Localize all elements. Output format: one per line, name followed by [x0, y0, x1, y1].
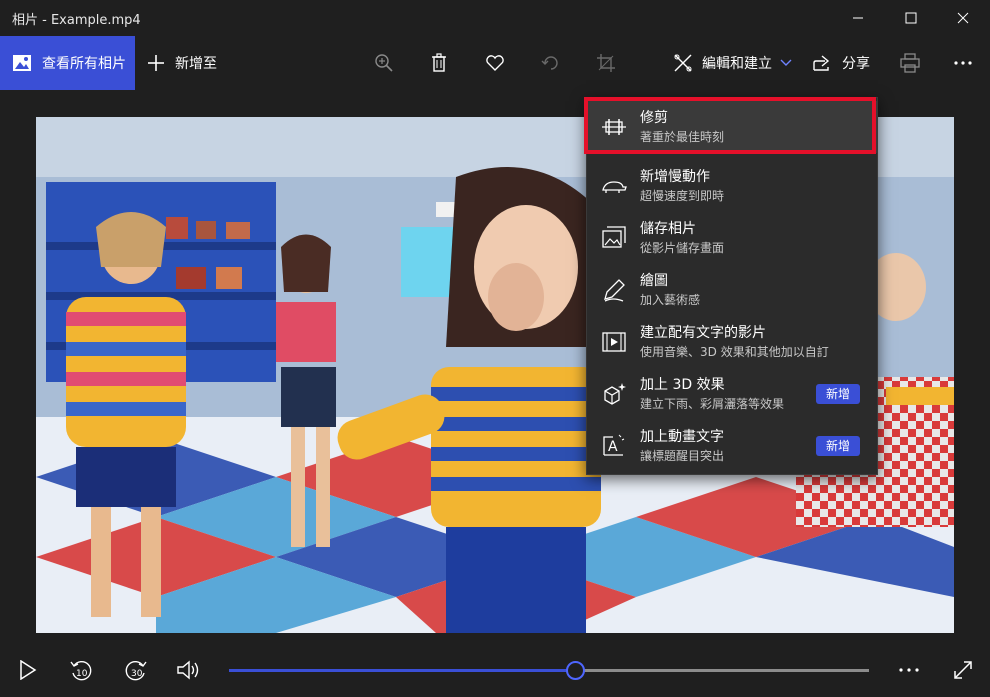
- see-all-photos-label: 查看所有相片: [42, 56, 126, 72]
- play-button[interactable]: [14, 642, 42, 697]
- add-to-button[interactable]: 新增至: [146, 36, 226, 90]
- plus-icon: [148, 55, 164, 71]
- video-text-icon: [601, 329, 627, 355]
- more-icon: [954, 61, 972, 65]
- edit-create-icon: [674, 54, 692, 72]
- title-bar: 相片 - Example.mp4: [0, 0, 990, 36]
- more-icon: [899, 667, 919, 672]
- zoom-button[interactable]: [370, 36, 398, 90]
- menu-item-subtitle: 超慢速度到即時: [640, 189, 725, 203]
- menu-item-animated-text[interactable]: A 加上動畫文字 讓標題醒目突出 新增: [587, 420, 877, 472]
- play-icon: [20, 659, 37, 680]
- minimize-icon: [853, 17, 863, 19]
- seek-bar[interactable]: [229, 661, 869, 680]
- toolbar: 查看所有相片 新增至 編輯和建立 分享: [0, 36, 990, 90]
- more-options-button[interactable]: [950, 36, 976, 90]
- menu-item-title: 建立配有文字的影片: [640, 325, 766, 341]
- print-button[interactable]: [896, 36, 924, 90]
- menu-item-title: 加上動畫文字: [640, 429, 724, 445]
- menu-item-subtitle: 加入藝術感: [640, 293, 701, 307]
- seek-bar-progress: [229, 669, 575, 672]
- crop-icon: [597, 54, 615, 72]
- highlight-box: [584, 97, 876, 154]
- printer-icon: [900, 53, 920, 73]
- draw-icon: [601, 277, 627, 303]
- menu-item-title: 儲存相片: [640, 221, 696, 237]
- edit-create-button[interactable]: 編輯和建立: [672, 36, 792, 90]
- menu-item-title: 繪圖: [640, 273, 668, 289]
- share-label: 分享: [842, 56, 870, 72]
- photos-icon: [13, 55, 31, 71]
- window-title: 相片 - Example.mp4: [12, 13, 141, 28]
- menu-item-subtitle: 讓標題醒目突出: [640, 449, 725, 463]
- favorite-button[interactable]: [481, 36, 509, 90]
- new-badge: 新增: [816, 436, 860, 456]
- animated-text-icon: A: [601, 433, 627, 459]
- fullscreen-icon: [954, 660, 972, 679]
- close-icon: [957, 12, 969, 24]
- menu-item-draw[interactable]: 繪圖 加入藝術感: [587, 264, 877, 316]
- rewind-button[interactable]: 10: [66, 642, 96, 697]
- new-badge: 新增: [816, 384, 860, 404]
- menu-item-subtitle: 使用音樂、3D 效果和其他加以自訂: [640, 345, 829, 359]
- chevron-down-icon: [780, 59, 792, 66]
- skip-forward-icon: 30: [125, 660, 147, 680]
- seek-bar-thumb[interactable]: [566, 661, 585, 680]
- fullscreen-button[interactable]: [949, 642, 977, 697]
- crop-button[interactable]: [592, 36, 620, 90]
- volume-button[interactable]: [174, 642, 204, 697]
- edit-create-label: 編輯和建立: [702, 56, 772, 72]
- maximize-button[interactable]: [888, 0, 934, 36]
- menu-item-subtitle: 從影片儲存畫面: [640, 241, 725, 255]
- rewind-label: 10: [76, 669, 88, 679]
- menu-item-save-photo[interactable]: 儲存相片 從影片儲存畫面: [587, 212, 877, 264]
- volume-icon: [177, 660, 199, 679]
- see-all-photos-button[interactable]: 查看所有相片: [0, 36, 135, 90]
- maximize-icon: [905, 12, 917, 24]
- close-button[interactable]: [940, 0, 986, 36]
- more-playback-options-button[interactable]: [895, 642, 923, 697]
- forward-label: 30: [131, 669, 143, 679]
- menu-item-subtitle: 建立下雨、彩屑灑落等效果: [640, 397, 785, 411]
- add-to-label: 新增至: [175, 56, 217, 72]
- delete-button[interactable]: [425, 36, 453, 90]
- slow-motion-icon: [601, 173, 627, 199]
- rotate-icon: [541, 56, 558, 70]
- heart-icon: [486, 55, 504, 71]
- svg-text:A: A: [608, 439, 618, 455]
- share-icon: [813, 55, 830, 71]
- zoom-in-icon: [375, 54, 393, 72]
- 3d-effects-icon: [601, 381, 627, 407]
- minimize-button[interactable]: [835, 0, 881, 36]
- menu-item-title: 加上 3D 效果: [640, 377, 725, 393]
- rewind-icon: 10: [70, 660, 92, 680]
- menu-item-slow-motion[interactable]: 新增慢動作 超慢速度到即時: [587, 160, 877, 212]
- skip-forward-button[interactable]: 30: [121, 642, 151, 697]
- share-button[interactable]: 分享: [812, 36, 874, 90]
- menu-item-video-with-text[interactable]: 建立配有文字的影片 使用音樂、3D 效果和其他加以自訂: [587, 316, 877, 368]
- menu-item-title: 新增慢動作: [640, 169, 710, 185]
- trash-icon: [432, 53, 446, 72]
- rotate-button[interactable]: [537, 36, 565, 90]
- menu-item-3d-effects[interactable]: 加上 3D 效果 建立下雨、彩屑灑落等效果 新增: [587, 368, 877, 420]
- save-photo-icon: [601, 225, 627, 251]
